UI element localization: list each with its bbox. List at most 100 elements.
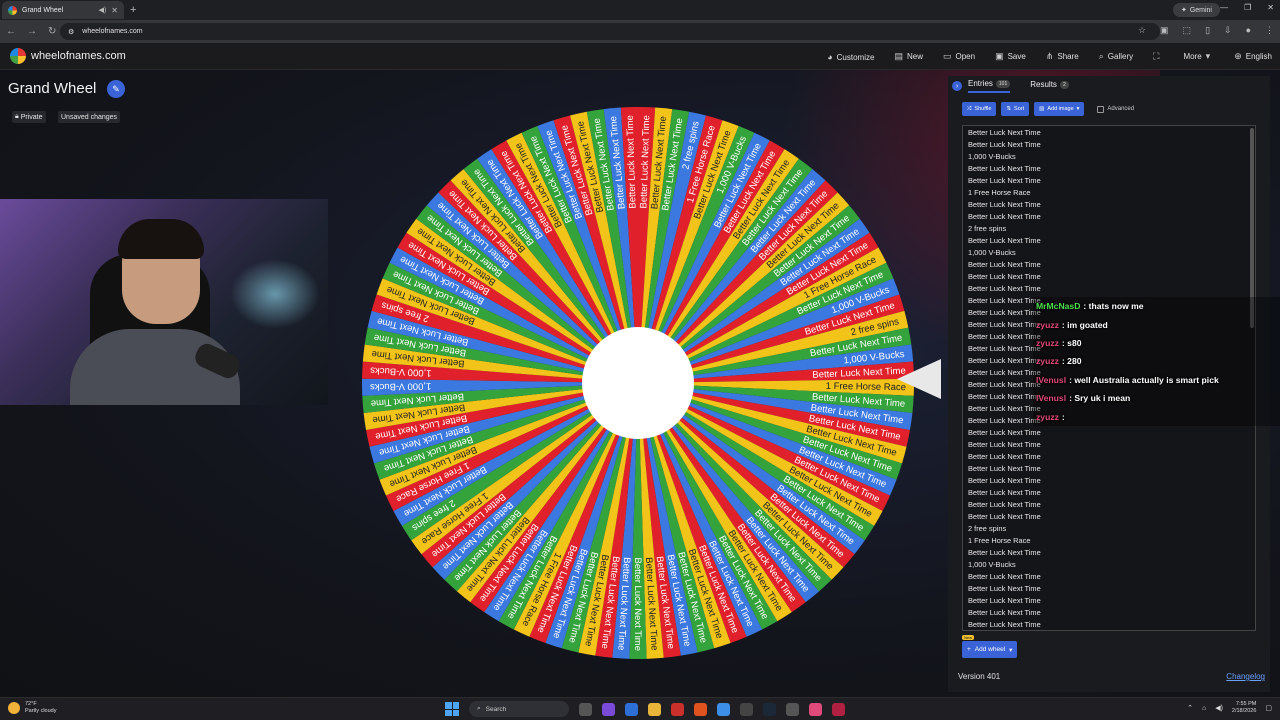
calculator-icon[interactable]: [740, 702, 753, 716]
chat-message: lVenusl: Sry uk i mean: [1033, 388, 1280, 408]
webcam-person-hair: [118, 219, 204, 259]
start-icon[interactable]: [445, 702, 459, 716]
sort-label: Sort: [1014, 106, 1025, 112]
edit-title-button[interactable]: ✎: [107, 80, 125, 98]
gemini-label: Gemini: [1189, 6, 1212, 14]
entry-line: Better Luck Next Time: [968, 476, 1041, 485]
checkbox-icon: [1097, 105, 1105, 113]
taskbar-search[interactable]: ⌕ Search: [469, 701, 569, 717]
chat-username: MrMcNasD: [1036, 301, 1081, 312]
menu-item-customize[interactable]: ◕ Customize: [827, 52, 874, 62]
add-image-button[interactable]: ▨ Add image ▾: [1034, 102, 1085, 116]
menu-item-save[interactable]: ▣ Save: [995, 51, 1026, 62]
url-text: wheelofnames.com: [82, 28, 143, 35]
kebab-menu-icon[interactable]: ⋮: [1265, 25, 1274, 36]
lock-icon: 🔒︎: [15, 113, 19, 120]
discord-icon[interactable]: [602, 702, 615, 716]
close-window-icon[interactable]: ✕: [1267, 3, 1274, 12]
site-menu: ◕ Customize ▤ New ▭ Open ▣ Save ⋔ Share ⌕ Gallery ⛶ M…: [827, 43, 1272, 70]
app2-icon[interactable]: [786, 702, 799, 716]
sort-icon: ⇅: [1006, 106, 1012, 112]
menu-item-share[interactable]: ⋔ Share: [1046, 51, 1079, 62]
download-icon[interactable]: ⇩: [1224, 25, 1232, 36]
forward-icon[interactable]: →: [27, 26, 37, 37]
entry-line: Better Luck Next Time: [968, 548, 1041, 557]
chat-text: : s80: [1061, 337, 1082, 348]
menu-item-fullscreen[interactable]: ⛶: [1153, 51, 1163, 62]
menu-item-more[interactable]: More ▾: [1183, 51, 1214, 62]
close-tab-icon[interactable]: ✕: [111, 6, 118, 15]
extension-icon[interactable]: ▣: [1160, 25, 1169, 36]
new-tab-button[interactable]: +: [130, 4, 136, 16]
chrome-icon[interactable]: [717, 702, 730, 716]
gemini-button[interactable]: ✦ Gemini: [1172, 3, 1220, 17]
wheel[interactable]: Better Luck Next Time Better Luck Next Ti…: [360, 105, 916, 661]
wheel-segment-label: 1,000 V-Bucks: [370, 380, 432, 392]
chat-message: MrMcNasD: thats now me: [1033, 297, 1280, 316]
tab-entries[interactable]: Entries 101: [968, 79, 1011, 93]
entry-line: 2 free spins: [968, 224, 1007, 233]
weather-widget[interactable]: 72°F Partly cloudy: [8, 701, 57, 715]
screen: Grand Wheel ◀) ✕ + ✦ Gemini — ❐ ✕ ← → ↻ ⚙…: [0, 0, 1280, 720]
task-view-icon[interactable]: [579, 702, 592, 716]
puzzle-icon[interactable]: ⬚: [1183, 25, 1192, 36]
entry-line: Better Luck Next Time: [968, 236, 1041, 245]
speaker-icon[interactable]: ◀): [99, 6, 107, 14]
privacy-chip[interactable]: 🔒︎ Private: [12, 111, 46, 123]
taskbar-search-label: Search: [485, 705, 507, 713]
wheel-center[interactable]: [582, 327, 694, 439]
advanced-checkbox[interactable]: Advanced: [1097, 105, 1135, 113]
volume-icon[interactable]: ◀): [1215, 704, 1223, 712]
weather-icon: [8, 702, 20, 714]
collapse-panel-icon[interactable]: ›: [952, 81, 962, 91]
entry-line: Better Luck Next Time: [968, 140, 1041, 149]
url-field[interactable]: ⚙ wheelofnames.com: [60, 23, 1160, 40]
site-logo-icon[interactable]: [10, 48, 26, 64]
minimize-icon[interactable]: —: [1220, 3, 1228, 12]
chat-username: zyuzz: [1036, 411, 1059, 422]
taskbar: 72°F Partly cloudy ⌕ Search ⌃ ⌂ ◀) 7:55 PM…: [0, 697, 1280, 720]
site-name[interactable]: wheelofnames.com: [31, 50, 126, 62]
profile-icon[interactable]: ●: [1246, 25, 1251, 36]
sort-button[interactable]: ⇅ Sort: [1001, 102, 1030, 116]
chevron-down-icon[interactable]: ▾: [1009, 646, 1012, 654]
folder-icon: ▭: [942, 51, 952, 61]
menu-item-new[interactable]: ▤ New: [894, 51, 923, 62]
advanced-label: Advanced: [1107, 106, 1135, 112]
obs-icon[interactable]: [671, 702, 684, 716]
wheel-graphic[interactable]: Better Luck Next TimeBetter Luck Next Ti…: [360, 105, 916, 661]
menu-item-gallery[interactable]: ⌕ Gallery: [1099, 51, 1133, 62]
firefox-icon[interactable]: [694, 702, 707, 716]
app3-icon[interactable]: [832, 702, 845, 716]
bookmark-star-icon[interactable]: ☆: [1138, 25, 1146, 36]
maximize-icon[interactable]: ❐: [1244, 3, 1251, 12]
chat-text: : thats now me: [1083, 301, 1144, 312]
clock[interactable]: 7:55 PM 2/18/2026: [1232, 701, 1256, 715]
wheel-title: Grand Wheel: [8, 80, 97, 97]
tray-chevron-icon[interactable]: ⌃: [1187, 704, 1193, 712]
browser-tab[interactable]: Grand Wheel ◀) ✕: [2, 1, 124, 19]
app-icon[interactable]: [625, 702, 638, 716]
reload-icon[interactable]: ↻: [48, 26, 56, 37]
results-count-badge: 2: [1059, 80, 1069, 89]
chat-text: : im goated: [1061, 319, 1108, 330]
tab-results[interactable]: Results 2: [1030, 80, 1069, 92]
clock-date: 2/18/2026: [1231, 708, 1257, 714]
menu-item-open[interactable]: ▭ Open: [943, 51, 975, 62]
steam-icon[interactable]: [763, 702, 776, 716]
menu-item-english[interactable]: ⊕ English: [1234, 51, 1272, 62]
file-explorer-icon[interactable]: [648, 702, 661, 716]
entry-line: Better Luck Next Time: [968, 212, 1041, 221]
menu-item-label: English: [1245, 52, 1272, 61]
back-icon[interactable]: ←: [6, 26, 16, 37]
site-info-icon[interactable]: ⚙: [68, 28, 74, 36]
shuffle-button[interactable]: ⤮ Shuffle: [962, 102, 997, 116]
music-icon[interactable]: [809, 702, 822, 716]
chat-text: : 280: [1061, 356, 1082, 367]
search-icon: ⌕: [1098, 51, 1104, 61]
changelog-link[interactable]: Changelog: [1226, 672, 1265, 681]
network-icon[interactable]: ⌂: [1202, 705, 1206, 712]
notification-icon[interactable]: ▢: [1265, 704, 1272, 712]
add-wheel-button[interactable]: + Add wheel ▾: [962, 641, 1018, 658]
sidepanel-icon[interactable]: ▯: [1205, 25, 1210, 36]
